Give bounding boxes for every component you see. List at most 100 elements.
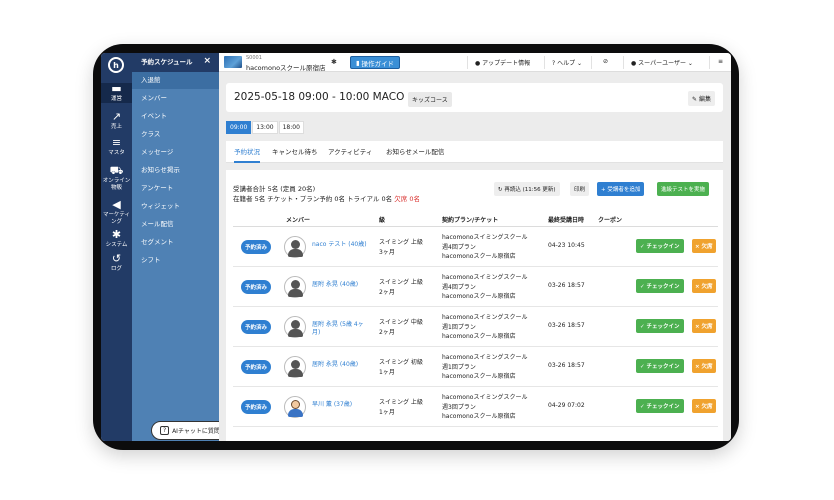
ai-chat-button[interactable]: ? AIチャットに質問: [151, 421, 229, 440]
absent-count: 欠席 0名: [394, 195, 420, 203]
avatar: [284, 316, 306, 338]
plan-name: 週3回プラン: [442, 403, 476, 411]
plan-name: 週4回プラン: [442, 243, 476, 251]
mark-absent-button[interactable]: × 欠席: [692, 399, 716, 413]
member-name-link[interactable]: 早川 薫 (37歳): [312, 401, 372, 409]
tab-1[interactable]: キャンセル待ち: [272, 141, 318, 163]
member-name-link[interactable]: naco テスト (40歳): [312, 241, 372, 249]
table-row: 予約済み 居附 永晃 (5歳 4ヶ月) スイミング 中級 2ヶ月 hacomonoスイミ…: [233, 307, 718, 347]
time-slot-button[interactable]: 09:00: [226, 121, 252, 134]
help-menu[interactable]: ? ヘルプ ⌄: [552, 58, 582, 67]
check-in-button[interactable]: ✓ チェックイン: [636, 279, 684, 293]
plan-school: hacomonoスイミングスクール: [442, 354, 528, 361]
plan-cell: hacomonoスイミングスクール 週4回プラン hacomonoスクール原宿店: [442, 233, 527, 262]
plan-store: hacomonoスクール原宿店: [442, 373, 516, 380]
rail-item-label: 運営: [110, 96, 122, 102]
refresh-icon: ↻: [498, 187, 503, 193]
mark-absent-button[interactable]: × 欠席: [692, 239, 716, 253]
gear-icon[interactable]: ✱: [331, 58, 337, 66]
main-content: 2025-05-18 09:00 - 10:00 MACO キッズコース ✎ 編…: [219, 72, 731, 441]
print-button[interactable]: 印刷: [570, 182, 590, 196]
plan-name: 週1回プラン: [442, 363, 476, 371]
rail-item-chart[interactable]: ↗ 売上: [101, 111, 132, 131]
column-header-level: 級: [379, 217, 386, 224]
tab-3[interactable]: お知らせメール配信: [386, 141, 444, 163]
rail-item-history[interactable]: ↺ ログ: [101, 253, 132, 273]
level-duration: 1ヶ月: [379, 369, 395, 376]
submenu-item[interactable]: クラス: [132, 126, 219, 143]
avatar: [284, 396, 306, 418]
submenu-item[interactable]: メール配信: [132, 216, 219, 233]
divider: [709, 56, 710, 69]
status-badge: 予約済み: [241, 280, 272, 294]
submenu-item[interactable]: メンバー: [132, 90, 219, 107]
level-duration: 2ヶ月: [379, 289, 395, 296]
add-attendee-button[interactable]: + 受講者を追加: [597, 182, 645, 196]
plan-store: hacomonoスクール原宿店: [442, 253, 516, 260]
member-name-link[interactable]: 居附 永晃 (40歳): [312, 281, 372, 289]
user-menu[interactable]: ● スーパーユーザー ⌄: [631, 58, 693, 67]
plan-cell: hacomonoスイミングスクール 週3回プラン hacomonoスクール原宿店: [442, 393, 527, 422]
member-name-link[interactable]: 居附 永晃 (5歳 4ヶ月): [312, 321, 372, 337]
app-logo-icon[interactable]: h: [108, 57, 124, 73]
chevron-down-icon: ⌄: [577, 60, 583, 67]
level-duration: 1ヶ月: [379, 409, 395, 416]
store-name[interactable]: hacomonoスクール原宿店: [246, 62, 326, 72]
chevron-down-icon: ⌄: [687, 60, 693, 67]
mark-absent-button[interactable]: × 欠席: [692, 359, 716, 373]
submenu-item[interactable]: イベント: [132, 108, 219, 125]
plan-store: hacomonoスクール原宿店: [442, 413, 516, 420]
help-icon: ?: [160, 426, 170, 435]
plan-store: hacomonoスクール原宿店: [442, 293, 516, 300]
submenu-item[interactable]: メッセージ: [132, 144, 219, 161]
tab-0[interactable]: 予約状況: [234, 141, 260, 163]
last-attended: 03-26 18:57: [548, 322, 585, 329]
ai-chat-label: AIチャットに質問: [172, 428, 220, 435]
time-slot-button[interactable]: 18:00: [278, 121, 304, 134]
check-in-button[interactable]: ✓ チェックイン: [636, 359, 684, 373]
check-in-button[interactable]: ✓ チェックイン: [636, 239, 684, 253]
submenu-section-title[interactable]: 予約スケジュール: [132, 54, 219, 71]
submenu-item[interactable]: アンケート: [132, 180, 219, 197]
attendee-breakdown: 在籍者 5名 チケット・プラン予約 0名 トライアル 0名 欠席 0名: [233, 193, 420, 203]
database-icon: ≡: [111, 136, 122, 149]
user-label: スーパーユーザー: [638, 60, 686, 67]
avatar: [284, 236, 306, 258]
submenu-item[interactable]: セグメント: [132, 234, 219, 251]
mark-absent-button[interactable]: × 欠席: [692, 319, 716, 333]
rail-item-megaphone[interactable]: ◀ マーケティング: [101, 199, 132, 226]
notification-off-icon[interactable]: ⊘: [603, 58, 608, 65]
promotion-test-button[interactable]: 進級テストを実施: [657, 182, 710, 196]
edit-label: 編集: [698, 96, 711, 103]
member-name-link[interactable]: 居附 永晃 (40歳): [312, 361, 372, 369]
rail-item-database[interactable]: ≡ マスタ: [101, 137, 132, 157]
level-cell: スイミング 初級 1ヶ月: [379, 358, 423, 378]
reload-label: 再読込 (11:56 更新): [504, 187, 556, 193]
update-info-link[interactable]: ● アップデート情報: [475, 58, 530, 67]
time-slot-button[interactable]: 13:00: [252, 121, 278, 134]
guide-label: 操作ガイド: [361, 59, 395, 68]
mark-absent-button[interactable]: × 欠席: [692, 279, 716, 293]
submenu-item[interactable]: ウィジェット: [132, 198, 219, 215]
operation-guide-button[interactable]: ▮ 操作ガイド: [350, 56, 400, 69]
edit-button[interactable]: ✎ 編集: [688, 91, 715, 106]
column-header-member: メンバー: [286, 217, 311, 224]
submenu: × 予約スケジュール 入退館 メンバー イベント クラス メッセージ お知らせ掲示 アンケート…: [132, 53, 229, 441]
submenu-item[interactable]: 入退館: [132, 72, 219, 89]
edit-icon: ✎: [692, 96, 698, 103]
guide-icon: ▮: [355, 58, 360, 67]
rail-item-label: 売上: [110, 124, 122, 130]
reload-button[interactable]: ↻ 再読込 (11:56 更新): [494, 182, 560, 196]
tab-2[interactable]: アクティビティ: [328, 141, 372, 163]
submenu-item[interactable]: シフト: [132, 252, 219, 269]
hamburger-menu-icon[interactable]: ≡: [718, 58, 723, 65]
chart-icon: ↗: [111, 110, 122, 123]
check-in-button[interactable]: ✓ チェックイン: [636, 319, 684, 333]
rail-item-cart[interactable]: ⛟ オンライン物販: [101, 165, 132, 192]
rail-item-gear[interactable]: ✱ システム: [101, 229, 132, 249]
submenu-item[interactable]: お知らせ掲示: [132, 162, 219, 179]
info-icon: ●: [475, 60, 481, 67]
rail-item-store[interactable]: ▬ 運営: [101, 83, 132, 103]
check-in-button[interactable]: ✓ チェックイン: [636, 399, 684, 413]
plan-name: 週4回プラン: [442, 283, 476, 291]
